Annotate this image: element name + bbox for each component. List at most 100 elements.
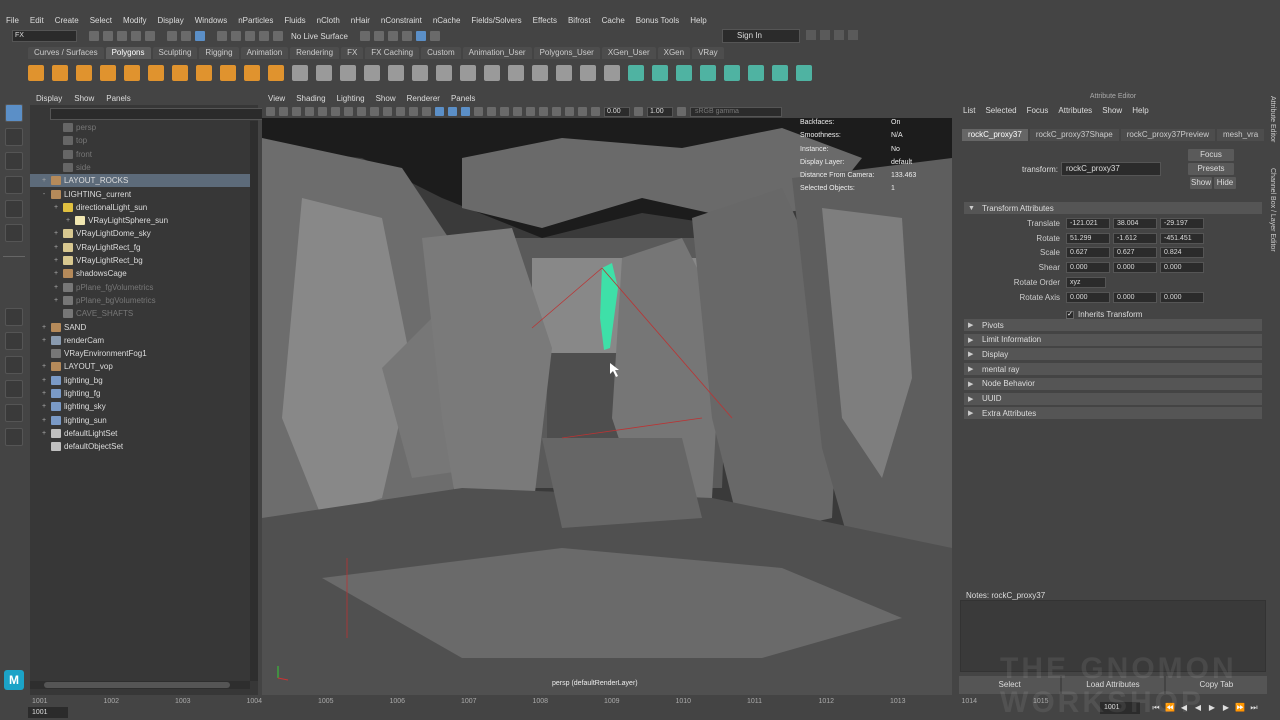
sphere-icon[interactable]	[28, 65, 44, 81]
expand-toggle-icon[interactable]: +	[52, 244, 60, 251]
ipr-render-icon[interactable]	[373, 31, 384, 41]
outliner-row[interactable]: + lighting_sun	[30, 414, 250, 427]
outliner-row[interactable]: + renderCam	[30, 334, 250, 347]
attr-menu-focus[interactable]: Focus	[1027, 106, 1049, 115]
planar-map-icon[interactable]	[676, 65, 692, 81]
value-field[interactable]: 0.627	[1066, 247, 1110, 259]
node-tab[interactable]: rockC_proxy37Shape	[1029, 129, 1119, 141]
bevel-icon[interactable]	[436, 65, 452, 81]
text-icon[interactable]	[244, 65, 260, 81]
outliner-row[interactable]: - LIGHTING_current	[30, 188, 250, 201]
pyramid-icon[interactable]	[172, 65, 188, 81]
outliner-menu-show[interactable]: Show	[74, 94, 94, 103]
outliner-row[interactable]: + LAYOUT_ROCKS	[30, 174, 250, 188]
xray-icon[interactable]	[552, 107, 561, 116]
outliner-row[interactable]: + directionalLight_sun	[30, 201, 250, 214]
image-plane-icon[interactable]	[305, 107, 314, 116]
cone-icon[interactable]	[100, 65, 116, 81]
value-field[interactable]: 0.000	[1066, 292, 1110, 303]
outliner-menu-panels[interactable]: Panels	[106, 94, 130, 103]
rotate-tool-icon[interactable]	[5, 200, 23, 218]
menu-nconstraint[interactable]: nConstraint	[381, 16, 422, 25]
cylinder-icon[interactable]	[76, 65, 92, 81]
undo-icon[interactable]	[131, 31, 141, 41]
rotate-order-select[interactable]: xyz	[1066, 277, 1106, 288]
transform-name-input[interactable]: rockC_proxy37	[1061, 162, 1161, 176]
shelf-tab[interactable]: XGen_User	[601, 47, 656, 59]
node-tab[interactable]: rockC_proxy37Preview	[1120, 129, 1216, 141]
shelf-tab[interactable]: Rendering	[290, 47, 340, 59]
two-pane-layout-icon[interactable]	[5, 356, 23, 374]
value-field[interactable]: 51.299	[1066, 232, 1110, 244]
shelf-tab[interactable]: Polygons_User	[533, 47, 600, 59]
helix-icon[interactable]	[220, 65, 236, 81]
depth-of-field-icon[interactable]	[526, 107, 535, 116]
move-tool-icon[interactable]	[5, 176, 23, 194]
live-surface-label[interactable]: No Live Surface	[291, 32, 348, 41]
menu-effects[interactable]: Effects	[533, 16, 557, 25]
value-field[interactable]: 38.004	[1113, 218, 1157, 229]
value-field[interactable]: 0.000	[1160, 262, 1204, 274]
outliner-menu-display[interactable]: Display	[36, 94, 62, 103]
outliner-row[interactable]: + lighting_sky	[30, 400, 250, 413]
menu-nhair[interactable]: nHair	[351, 16, 370, 25]
menu-ncloth[interactable]: nCloth	[317, 16, 340, 25]
view-transform-select[interactable]: sRGB gamma	[690, 106, 782, 117]
resolution-gate-icon[interactable]	[344, 107, 353, 116]
panel-icon[interactable]	[848, 30, 858, 40]
outliner-row[interactable]: + pPlane_bgVolumetrics	[30, 294, 250, 307]
single-pane-layout-icon[interactable]	[5, 308, 23, 326]
panel-icon[interactable]	[834, 30, 844, 40]
menu-create[interactable]: Create	[55, 16, 79, 25]
append-icon[interactable]	[508, 65, 524, 81]
select-object-icon[interactable]	[181, 31, 191, 41]
menu-file[interactable]: File	[6, 16, 19, 25]
hide-button[interactable]: Hide	[1214, 177, 1236, 189]
xray-components-icon[interactable]	[578, 107, 587, 116]
3d-scene-view[interactable]: Backfaces: On Smoothness: N/A Instance: No Dis…	[262, 118, 952, 695]
sew-uv-icon[interactable]	[748, 65, 764, 81]
viewport-menu-show[interactable]: Show	[376, 94, 396, 103]
outliner-row[interactable]: + VRayLightRect_bg	[30, 254, 250, 267]
hypershade-icon[interactable]	[401, 31, 412, 41]
combine-icon[interactable]	[292, 65, 308, 81]
menu-ncache[interactable]: nCache	[433, 16, 461, 25]
expand-toggle-icon[interactable]: +	[40, 324, 48, 331]
menu-select[interactable]: Select	[90, 16, 112, 25]
redo-icon[interactable]	[145, 31, 155, 41]
isolate-select-icon[interactable]	[539, 107, 548, 116]
viewport-menu-panels[interactable]: Panels	[451, 94, 475, 103]
value-field[interactable]: -121.021	[1066, 218, 1110, 229]
node-tab[interactable]: mesh_vra	[1217, 129, 1265, 141]
color-management-icon[interactable]	[677, 107, 686, 116]
bookmark-icon[interactable]	[292, 107, 301, 116]
graph-layout-icon[interactable]	[5, 404, 23, 422]
expand-toggle-icon[interactable]: +	[52, 270, 60, 277]
outliner-vertical-scrollbar[interactable]	[250, 121, 258, 681]
lasso-tool-icon[interactable]	[5, 128, 23, 146]
inherits-transform-checkbox[interactable]: ✓ Inherits Transform	[1066, 310, 1142, 319]
outliner-row[interactable]: + shadowsCage	[30, 267, 250, 280]
auto-map-icon[interactable]	[700, 65, 716, 81]
value-field[interactable]: 0.627	[1113, 247, 1157, 259]
gamma-field[interactable]: 1.00	[647, 106, 673, 117]
shadows-icon[interactable]	[474, 107, 483, 116]
target-weld-icon[interactable]	[604, 65, 620, 81]
viewport-menu-lighting[interactable]: Lighting	[337, 94, 365, 103]
cube-icon[interactable]	[52, 65, 68, 81]
expand-toggle-icon[interactable]: +	[40, 403, 48, 410]
shelf-tab[interactable]: Sculpting	[152, 47, 198, 59]
value-field[interactable]: 0.000	[1113, 262, 1157, 274]
section-display[interactable]: ▶ Display	[964, 348, 1262, 361]
render-view-icon[interactable]	[415, 31, 426, 41]
attribute-editor-side-tab[interactable]: Attribute Editor	[1269, 96, 1276, 142]
node-tab[interactable]: rockC_proxy37	[962, 129, 1028, 141]
snap-surface-icon[interactable]	[273, 31, 283, 41]
outliner-search-input[interactable]	[50, 108, 278, 120]
shelf-tab[interactable]: VRay	[692, 47, 724, 59]
four-pane-layout-icon[interactable]	[5, 332, 23, 350]
outliner-row[interactable]: + pPlane_fgVolumetrics	[30, 281, 250, 294]
expand-toggle-icon[interactable]: +	[40, 390, 48, 397]
presets-button[interactable]: Presets	[1188, 163, 1234, 175]
extrude-icon[interactable]	[484, 65, 500, 81]
